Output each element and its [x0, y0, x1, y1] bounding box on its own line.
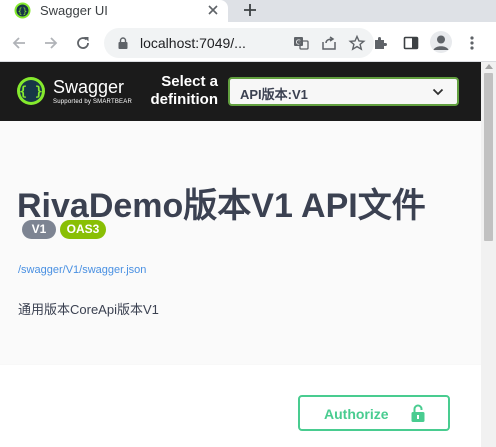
kebab-menu-icon[interactable] [463, 34, 481, 52]
definition-select[interactable]: API版本:V1 [228, 77, 459, 106]
swagger-favicon-icon: {} [14, 2, 31, 19]
api-info-section: RivaDemo版本V1 API文件 V1 OAS3 /swagger/V1/s… [0, 121, 481, 365]
unlock-icon [411, 404, 425, 422]
browser-toolbar: localhost:7049/... G [0, 22, 496, 62]
tab-title: Swagger UI [40, 3, 108, 18]
side-panel-icon[interactable] [402, 34, 420, 52]
browser-tab[interactable]: {} Swagger UI [0, 0, 228, 22]
address-bar[interactable]: localhost:7049/... G [104, 28, 374, 58]
scrollbar-thumb[interactable] [484, 73, 493, 241]
star-icon[interactable] [348, 34, 366, 52]
chevron-down-icon [432, 88, 444, 96]
avatar-icon[interactable] [430, 31, 452, 53]
puzzle-icon[interactable] [371, 34, 389, 52]
authorize-button[interactable]: Authorize [298, 395, 450, 431]
close-icon[interactable] [206, 3, 220, 17]
svg-text:{}: {} [18, 7, 28, 16]
reload-icon[interactable] [74, 34, 92, 52]
version-badge: V1 [22, 220, 56, 239]
select-label-line1: Select a [161, 73, 218, 90]
share-icon[interactable] [320, 34, 338, 52]
arrow-left-icon[interactable] [10, 34, 28, 52]
url-text[interactable]: localhost:7049/... [140, 35, 246, 51]
browser-tabstrip: {} Swagger UI [0, 0, 496, 22]
swagger-logo-icon[interactable]: { } [16, 76, 46, 106]
spec-json-link[interactable]: /swagger/V1/swagger.json [18, 264, 146, 276]
select-label-line2: definition [150, 91, 219, 108]
scheme-container: Authorize [0, 365, 481, 447]
swagger-brand[interactable]: Swagger [53, 77, 124, 98]
select-definition-label: Select a definition [128, 73, 219, 109]
swagger-brand-sub: Supported by SMARTBEAR [53, 99, 132, 105]
oas-badge: OAS3 [60, 220, 106, 239]
new-tab-plus-icon[interactable] [241, 1, 259, 19]
authorize-label: Authorize [324, 406, 389, 422]
api-description: 通用版本CoreApi版本V1 [18, 302, 159, 317]
arrow-right-icon[interactable] [42, 34, 60, 52]
swagger-topbar: { } Swagger Supported by SMARTBEAR Selec… [0, 62, 481, 121]
lock-icon[interactable] [116, 36, 130, 50]
translate-icon[interactable]: G [292, 34, 310, 52]
scroll-up-arrow-icon[interactable] [485, 64, 493, 69]
svg-text:{ }: { } [19, 85, 42, 100]
page-viewport: { } Swagger Supported by SMARTBEAR Selec… [0, 62, 481, 447]
page-scrollbar[interactable] [481, 62, 496, 447]
definition-select-value: API版本:V1 [240, 87, 308, 102]
